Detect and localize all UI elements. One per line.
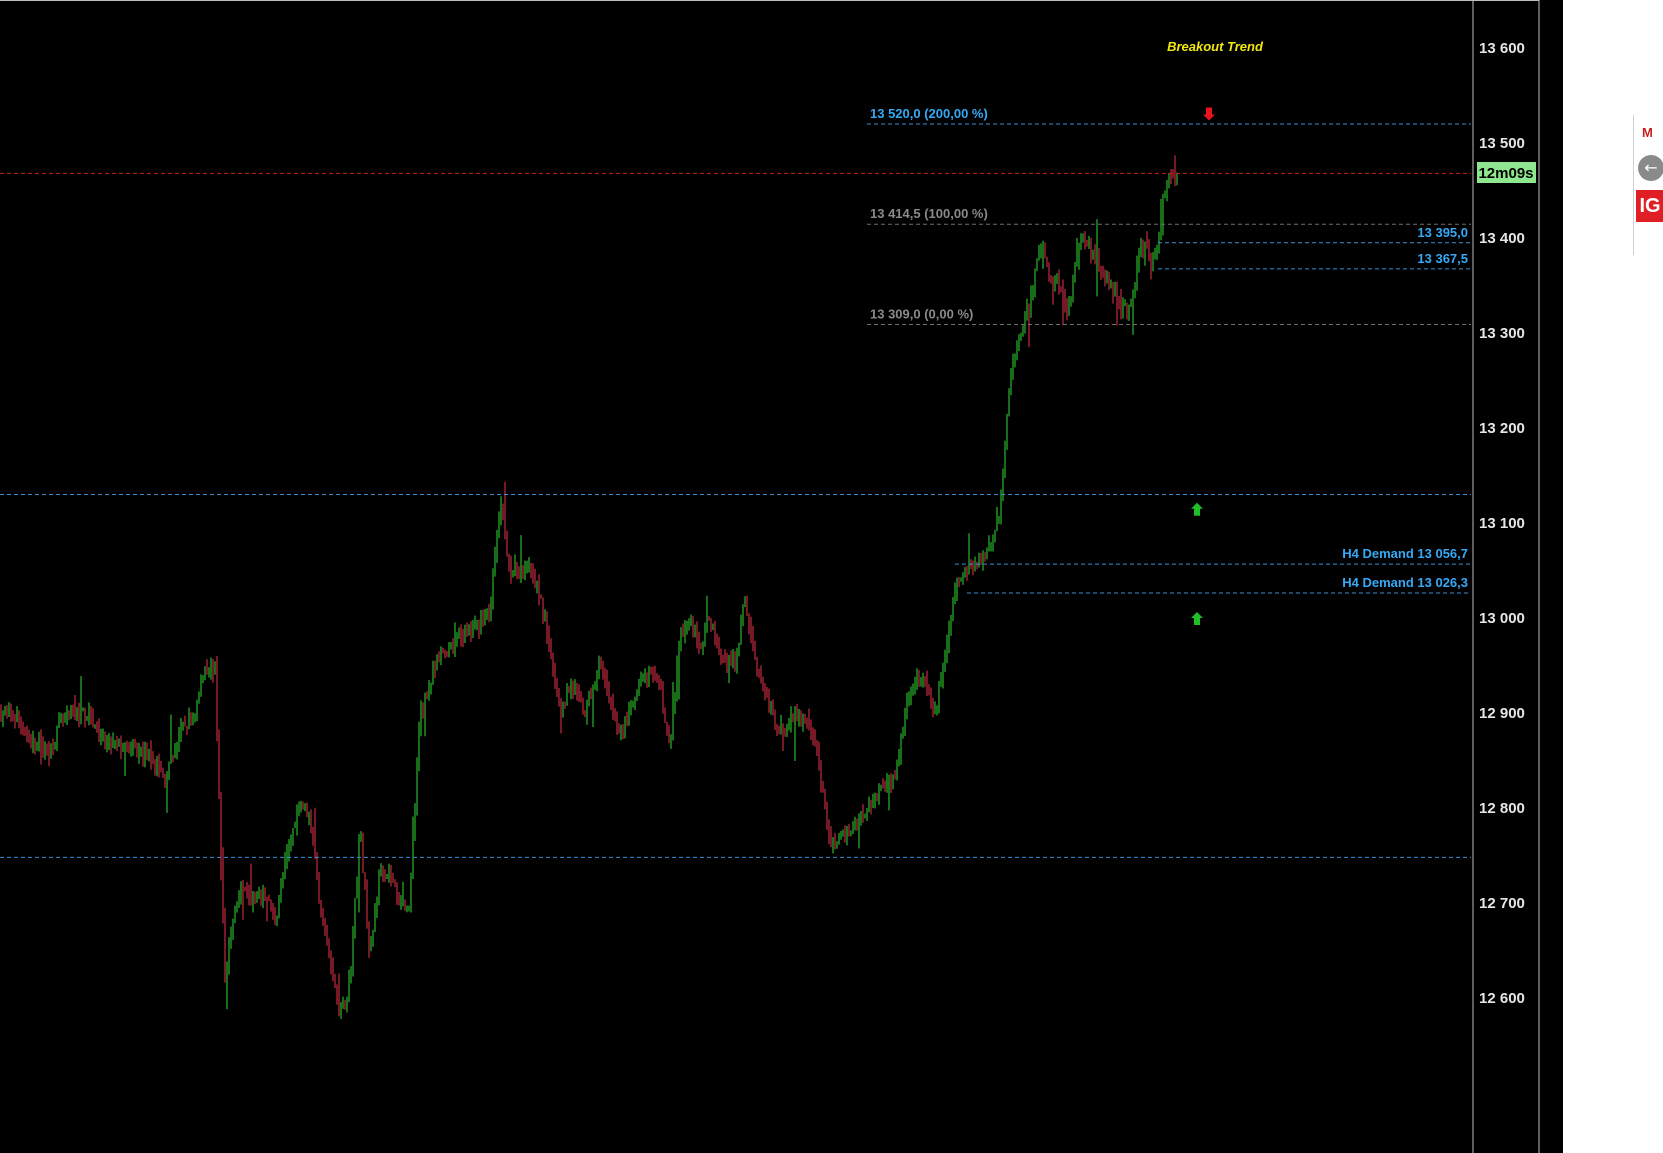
y-tick-label: 12 700 xyxy=(1479,895,1525,912)
price-level-label: 13 395,0 xyxy=(1417,225,1468,240)
fib-level-label: 13 309,0 (0,00 %) xyxy=(870,306,973,321)
fib-level-label: 13 414,5 (100,00 %) xyxy=(870,206,988,221)
sell-arrow-icon xyxy=(1203,107,1215,121)
svg-text:12m09s: 12m09s xyxy=(1478,165,1533,182)
price-level-label: 13 367,5 xyxy=(1417,251,1468,266)
y-tick-label: 13 200 xyxy=(1479,420,1525,437)
buy-arrow-icon xyxy=(1191,502,1203,516)
price-level-label: H4 Demand 13 056,7 xyxy=(1342,546,1468,561)
fib-level-label: 13 520,0 (200,00 %) xyxy=(870,106,988,121)
y-tick-label: 12 800 xyxy=(1479,800,1525,817)
y-tick-label: 13 000 xyxy=(1479,610,1525,627)
chart-title: Breakout Trend xyxy=(1167,39,1264,54)
ig-logo-icon: IG xyxy=(1636,190,1663,222)
y-tick-label: 13 600 xyxy=(1479,40,1525,57)
y-tick-label: 12 900 xyxy=(1479,705,1525,722)
y-tick-label: 12 600 xyxy=(1479,990,1525,1007)
back-arrow-icon[interactable]: ← xyxy=(1638,155,1663,181)
price-chart[interactable]: 13 520,0 (200,00 %) 13 414,5 (100,00 %) 13… xyxy=(0,0,1563,1153)
buy-arrow-icon xyxy=(1191,612,1203,625)
chart-area[interactable]: 13 520,0 (200,00 %) 13 414,5 (100,00 %) 13… xyxy=(0,0,1563,1153)
price-level-label: H4 Demand 13 026,3 xyxy=(1342,575,1468,590)
y-tick-label: 13 500 xyxy=(1479,135,1525,152)
countdown-timer: 12m09s xyxy=(1477,162,1536,183)
y-tick-label: 13 100 xyxy=(1479,515,1525,532)
y-tick-label: 13 300 xyxy=(1479,325,1525,342)
gmail-icon[interactable]: M xyxy=(1642,125,1653,140)
browser-side-strip: M ← IG xyxy=(1633,115,1663,255)
y-tick-label: 13 400 xyxy=(1479,230,1525,247)
